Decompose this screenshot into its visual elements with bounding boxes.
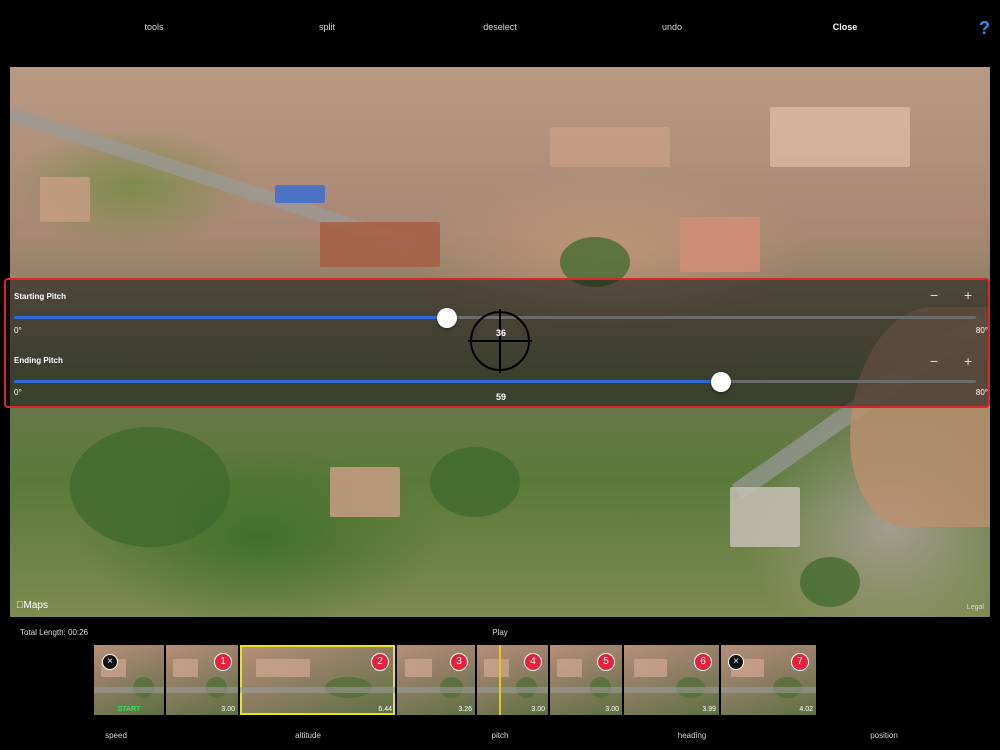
legal-link[interactable]: Legal xyxy=(967,604,984,611)
clip-number-badge: 7 xyxy=(791,653,809,671)
pitch-panel: Starting Pitch − + 0° 80° 36 Ending Pitc… xyxy=(4,278,990,408)
ending-pitch-fill xyxy=(14,380,721,383)
clip-number-badge: 6 xyxy=(694,653,712,671)
maps-logo: Maps xyxy=(16,600,48,611)
clip-duration: 3.00 xyxy=(531,706,545,713)
delete-clip-icon[interactable]: × xyxy=(728,654,744,670)
ending-pitch-decrement[interactable]: − xyxy=(930,354,938,368)
ending-pitch-increment[interactable]: + xyxy=(964,354,972,368)
clip-number-badge: 3 xyxy=(450,653,468,671)
tools-button[interactable]: tools xyxy=(144,22,163,32)
clip-number-badge: 1 xyxy=(214,653,232,671)
ending-pitch-label: Ending Pitch xyxy=(14,356,63,365)
starting-pitch-decrement[interactable]: − xyxy=(930,288,938,302)
tab-pitch[interactable]: pitch xyxy=(492,731,509,740)
clip-1[interactable]: 1 3.00 xyxy=(166,645,238,715)
clip-number-badge: 2 xyxy=(371,653,389,671)
starting-pitch-min: 0° xyxy=(14,326,22,335)
tab-speed[interactable]: speed xyxy=(105,731,127,740)
clip-duration: 3.00 xyxy=(221,706,235,713)
clip-number-badge: 4 xyxy=(524,653,542,671)
starting-pitch-increment[interactable]: + xyxy=(964,288,972,302)
clip-duration: 6.44 xyxy=(378,706,392,713)
ending-pitch-slider[interactable] xyxy=(14,372,976,392)
play-button[interactable]: Play xyxy=(492,628,508,637)
delete-clip-icon[interactable]: × xyxy=(102,654,118,670)
playhead-cursor[interactable] xyxy=(499,645,501,715)
starting-pitch-thumb[interactable] xyxy=(437,308,457,328)
tab-heading[interactable]: heading xyxy=(678,731,706,740)
split-button[interactable]: split xyxy=(319,22,335,32)
ending-pitch-thumb[interactable] xyxy=(711,372,731,392)
ending-pitch-value: 59 xyxy=(495,392,507,402)
clip-duration: 3.26 xyxy=(458,706,472,713)
starting-pitch-fill xyxy=(14,316,447,319)
clip-3[interactable]: 3 3.26 xyxy=(397,645,475,715)
close-button[interactable]: Close xyxy=(833,22,858,32)
start-clip[interactable]: × START xyxy=(94,645,164,715)
clip-6[interactable]: 6 3.99 xyxy=(624,645,719,715)
starting-pitch-label: Starting Pitch xyxy=(14,292,67,301)
start-label: START xyxy=(117,706,141,713)
ending-pitch-max: 80° xyxy=(975,388,988,397)
clip-4[interactable]: 4 3.00 xyxy=(477,645,548,715)
clip-duration: 3.99 xyxy=(702,706,716,713)
clip-7[interactable]: × 7 4.02 xyxy=(721,645,816,715)
clip-number-badge: 5 xyxy=(597,653,615,671)
starting-pitch-max: 80° xyxy=(975,326,988,335)
help-icon[interactable]: ? xyxy=(979,18,990,39)
undo-button[interactable]: undo xyxy=(662,22,682,32)
starting-pitch-value: 36 xyxy=(495,328,507,338)
total-length: Total Length: 00:26 xyxy=(20,628,89,637)
clip-2[interactable]: 2 6.44 xyxy=(240,645,395,715)
crosshair-icon xyxy=(468,309,532,373)
top-toolbar: tools split deselect undo Close ? xyxy=(0,0,1000,60)
clip-5[interactable]: 5 3.00 xyxy=(550,645,622,715)
clip-duration: 3.00 xyxy=(605,706,619,713)
ending-pitch-min: 0° xyxy=(14,388,22,397)
deselect-button[interactable]: deselect xyxy=(483,22,517,32)
tab-position[interactable]: position xyxy=(870,731,898,740)
tab-altitude[interactable]: altitude xyxy=(295,731,321,740)
clip-duration: 4.02 xyxy=(799,706,813,713)
